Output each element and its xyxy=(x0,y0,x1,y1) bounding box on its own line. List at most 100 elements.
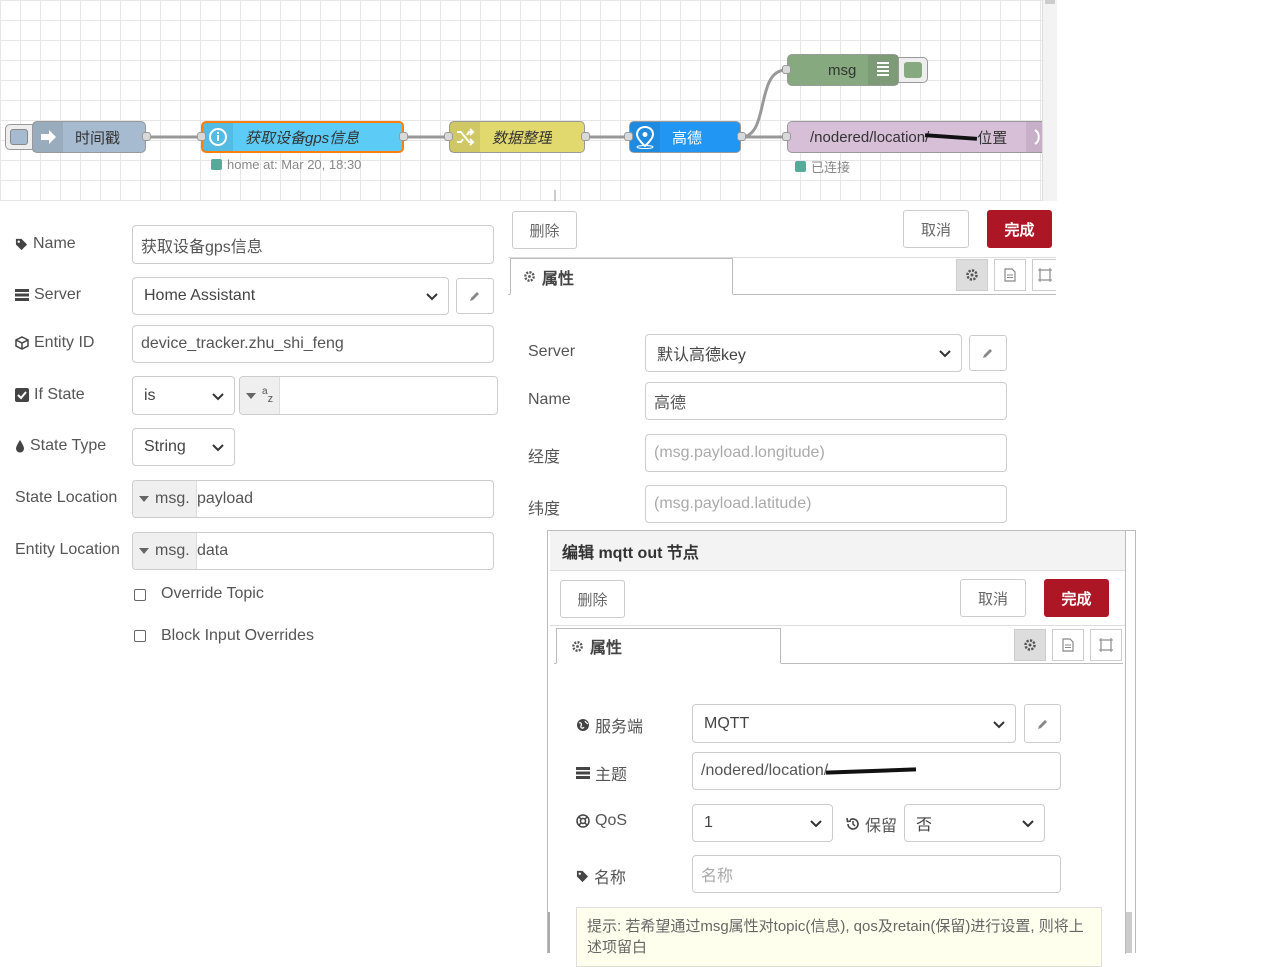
type-dropdown[interactable]: msg. xyxy=(133,533,197,569)
tab-description-button[interactable] xyxy=(1052,629,1084,661)
input-port[interactable] xyxy=(624,132,633,141)
delete-button[interactable]: 删除 xyxy=(560,580,625,618)
if-state-operator-select[interactable]: is xyxy=(132,376,235,415)
input-port[interactable] xyxy=(197,132,206,141)
type-dropdown[interactable]: msg. xyxy=(133,481,197,517)
string-type-icon: az xyxy=(262,385,274,405)
inject-button[interactable] xyxy=(5,124,33,150)
history-icon xyxy=(846,817,859,830)
cancel-button[interactable]: 取消 xyxy=(960,579,1026,617)
node-label: 获取设备gps信息 xyxy=(245,129,360,147)
state-location-input[interactable]: msg. payload xyxy=(132,480,494,518)
caret-down-icon xyxy=(139,496,149,502)
input-port[interactable] xyxy=(444,132,453,141)
globe-icon xyxy=(577,719,589,731)
output-port[interactable] xyxy=(142,132,151,141)
caret-down-icon xyxy=(139,548,149,554)
topic-input[interactable]: /nodered/location/ xyxy=(692,752,1061,790)
gaode-name-input[interactable]: 高德 xyxy=(645,382,1007,420)
block-input-checkbox[interactable] xyxy=(134,630,146,642)
done-button[interactable]: 完成 xyxy=(987,210,1052,248)
input-port[interactable] xyxy=(782,132,791,141)
entity-id-label: Entity ID xyxy=(15,334,94,352)
input-port[interactable] xyxy=(782,65,791,74)
cancel-button[interactable]: 取消 xyxy=(903,210,969,248)
input-placeholder: 名称 xyxy=(701,868,734,885)
status-text: 已连接 xyxy=(811,160,851,175)
broker-select[interactable]: MQTT xyxy=(692,704,1016,743)
topic-text: /nodered/location/ xyxy=(810,128,930,146)
tab-appearance-button[interactable] xyxy=(1032,259,1056,291)
pencil-icon xyxy=(1037,719,1047,729)
done-button[interactable]: 完成 xyxy=(1044,579,1109,617)
tab-appearance-button[interactable] xyxy=(1090,629,1122,661)
node-data-clean[interactable]: 数据整理 xyxy=(444,121,590,153)
flow-canvas[interactable]: 时间戳 获取设备gps信息 home at: Mar 20, 18:30 数据整… xyxy=(0,0,1056,201)
edit-broker-button[interactable] xyxy=(1024,704,1061,743)
debug-toggle-button[interactable] xyxy=(898,57,928,83)
entity-location-input[interactable]: msg. data xyxy=(132,532,494,570)
if-state-value-input[interactable]: az xyxy=(239,376,498,415)
retain-select[interactable]: 否 xyxy=(904,804,1045,842)
tab-settings-button[interactable] xyxy=(956,259,988,291)
tab-description-button[interactable] xyxy=(994,259,1026,291)
life-ring-icon xyxy=(576,814,590,828)
output-port[interactable] xyxy=(399,132,408,141)
state-location-label: State Location xyxy=(15,489,117,507)
select-value: Home Assistant xyxy=(144,287,256,304)
edit-server-button[interactable] xyxy=(969,335,1007,371)
node-msg-debug[interactable]: msg xyxy=(782,54,899,86)
chevron-down-icon xyxy=(1022,820,1034,828)
server-select[interactable]: Home Assistant xyxy=(132,277,449,315)
topic-suffix-text: 位置 xyxy=(977,129,1008,147)
type-dropdown[interactable]: az xyxy=(240,377,281,414)
state-type-select[interactable]: String xyxy=(132,428,235,466)
tag-icon xyxy=(576,870,589,882)
gear-icon xyxy=(524,271,535,282)
dialog-toolbar xyxy=(550,571,1125,626)
chevron-down-icon xyxy=(810,820,822,828)
gaode-server-select[interactable]: 默认高德key xyxy=(645,334,962,372)
node-timestamp[interactable]: 时间戳 xyxy=(32,121,151,153)
chevron-down-icon xyxy=(212,392,224,400)
select-value: 否 xyxy=(916,817,933,834)
name-label: Name xyxy=(15,235,76,253)
output-port[interactable] xyxy=(737,132,746,141)
type-prefix: msg. xyxy=(155,490,190,507)
list-icon xyxy=(868,55,898,85)
shuffle-icon xyxy=(450,122,480,152)
delete-button[interactable]: 删除 xyxy=(512,211,577,249)
longitude-input[interactable]: (msg.payload.longitude) xyxy=(645,434,1007,472)
mqtt-name-input[interactable]: 名称 xyxy=(692,855,1061,893)
node-get-gps[interactable]: 获取设备gps信息 xyxy=(197,121,408,153)
chevron-down-icon xyxy=(426,293,438,301)
select-value: MQTT xyxy=(704,714,750,732)
if-state-label: If State xyxy=(15,386,85,404)
name-input[interactable]: 获取设备gps信息 xyxy=(132,225,494,264)
select-value: String xyxy=(144,438,186,455)
tab-properties[interactable]: 属性 xyxy=(510,258,733,295)
node-mqtt-out[interactable]: /nodered/location/ 位置 xyxy=(782,121,1050,153)
qos-select[interactable]: 1 xyxy=(692,804,833,842)
output-port[interactable] xyxy=(581,132,590,141)
node-label: 高德 xyxy=(672,129,703,147)
entity-id-input[interactable]: device_tracker.zhu_shi_feng xyxy=(132,325,494,363)
retain-label: 保留 xyxy=(846,812,897,836)
dialog-scrollbar-left xyxy=(548,912,550,953)
tab-properties[interactable]: 属性 xyxy=(556,628,781,664)
tint-icon xyxy=(16,440,24,453)
latitude-input[interactable]: (msg.payload.latitude) xyxy=(645,485,1007,523)
label-text: 主题 xyxy=(595,767,628,784)
edit-server-button[interactable] xyxy=(456,278,494,314)
node-gaode[interactable]: 高德 xyxy=(624,121,746,153)
input-value: device_tracker.zhu_shi_feng xyxy=(141,335,344,352)
redaction-mark xyxy=(826,767,917,775)
dialog-scrollbar[interactable] xyxy=(1126,912,1132,953)
node-label: 时间戳 xyxy=(75,129,121,147)
label-text: Name xyxy=(33,235,76,252)
node-status: home at: Mar 20, 18:30 xyxy=(211,157,361,172)
tab-settings-button[interactable] xyxy=(1014,629,1046,661)
dialog-border xyxy=(1125,531,1126,954)
override-topic-checkbox[interactable] xyxy=(134,589,146,601)
canvas-scrollbar[interactable] xyxy=(1042,0,1057,201)
